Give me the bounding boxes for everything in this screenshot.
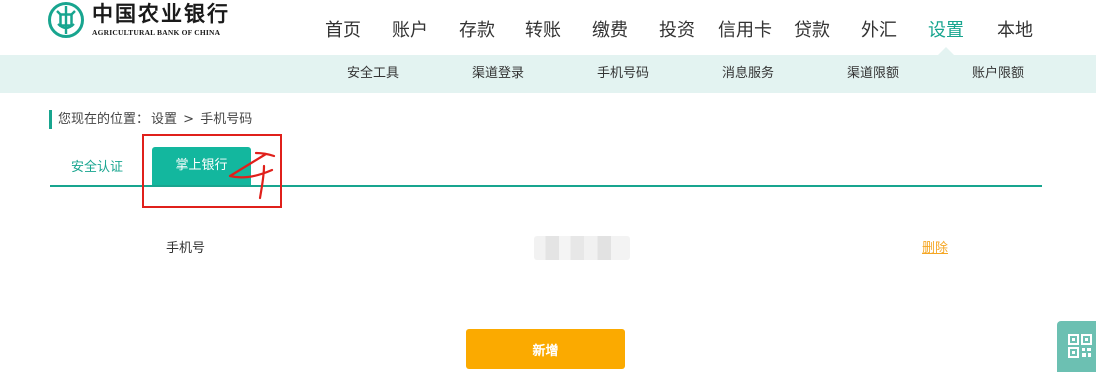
sub-nav-item-phone-number[interactable]: 手机号码 (597, 55, 649, 93)
qr-code-widget[interactable] (1057, 321, 1096, 372)
breadcrumb: 您现在的位置： 设置 > 手机号码 (49, 110, 254, 129)
main-nav-item-transfer[interactable]: 转账 (525, 18, 561, 44)
delete-phone-link[interactable]: 删除 (922, 239, 948, 259)
bank-logo[interactable]: 中国农业银行 AGRICULTURAL BANK OF CHINA (48, 2, 230, 38)
main-nav-item-payment[interactable]: 缴费 (592, 18, 628, 44)
sub-nav-item-message-service[interactable]: 消息服务 (722, 55, 774, 93)
tab-mobile-banking[interactable]: 掌上银行 (152, 147, 251, 185)
sub-nav-item-channel-login[interactable]: 渠道登录 (472, 55, 524, 93)
sub-nav-item-account-limit[interactable]: 账户限额 (972, 55, 1024, 93)
bank-name-cn: 中国农业银行 (92, 1, 230, 26)
breadcrumb-separator: > (183, 112, 195, 127)
tab-security-auth[interactable]: 安全认证 (71, 158, 123, 178)
add-phone-button[interactable]: 新增 (466, 329, 625, 369)
main-nav-item-forex[interactable]: 外汇 (861, 18, 897, 44)
active-nav-pointer (938, 47, 954, 55)
breadcrumb-section[interactable]: 设置 (151, 112, 177, 127)
sub-nav-item-channel-limit[interactable]: 渠道限额 (847, 55, 899, 93)
abc-coin-logo-icon (48, 2, 84, 38)
main-nav-item-home[interactable]: 首页 (325, 18, 361, 44)
breadcrumb-current: 手机号码 (200, 112, 253, 127)
phone-number-blurred (534, 236, 630, 260)
phone-label: 手机号 (166, 241, 206, 256)
sub-nav: 安全工具 渠道登录 手机号码 消息服务 渠道限额 账户限额 (0, 55, 1096, 93)
main-nav-item-invest[interactable]: 投资 (659, 18, 695, 44)
main-nav-item-deposit[interactable]: 存款 (459, 18, 495, 44)
main-nav-item-credit-card[interactable]: 信用卡 (718, 18, 772, 44)
qr-code-icon (1068, 334, 1092, 358)
tab-underline (50, 185, 1042, 187)
main-nav-item-local[interactable]: 本地 (997, 18, 1033, 44)
main-nav-item-account[interactable]: 账户 (392, 18, 428, 44)
sub-nav-item-security-tools[interactable]: 安全工具 (347, 55, 399, 93)
breadcrumb-prefix: 您现在的位置： (58, 112, 150, 127)
main-nav-item-settings[interactable]: 设置 (928, 18, 964, 44)
bank-name-en: AGRICULTURAL BANK OF CHINA (92, 28, 221, 37)
main-nav-item-loan[interactable]: 贷款 (794, 18, 830, 44)
